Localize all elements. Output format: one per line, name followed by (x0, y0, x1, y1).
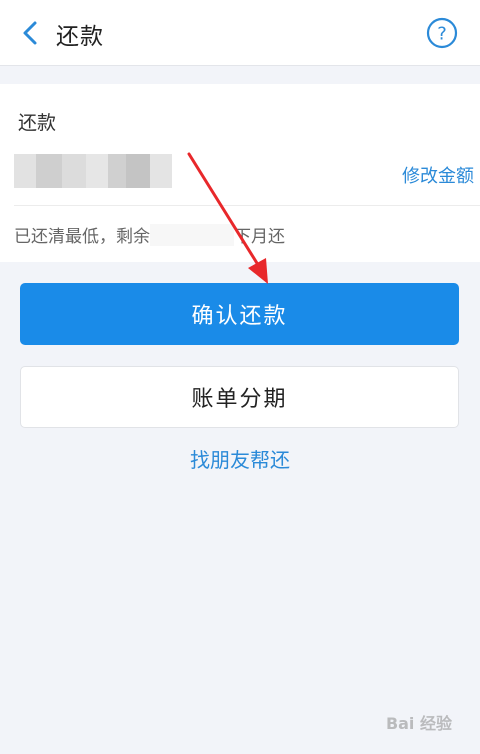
amount-value-blurred (14, 154, 172, 188)
divider (14, 205, 480, 206)
top-bar: 还款 ? (0, 0, 480, 66)
chevron-left-icon (23, 21, 37, 45)
note-suffix: 下月还 (234, 227, 285, 247)
help-button[interactable]: ? (426, 17, 458, 49)
repayment-note: 已还清最低，剩余 下月还 (14, 222, 285, 247)
help-symbol: ? (437, 24, 447, 45)
bill-installment-button[interactable]: 账单分期 (20, 366, 459, 428)
confirm-repayment-button[interactable]: 确认还款 (20, 283, 459, 345)
repayment-label: 还款 (18, 112, 57, 134)
page-title: 还款 (56, 24, 104, 50)
ask-friend-link[interactable]: 找朋友帮还 (0, 444, 480, 473)
note-prefix: 已还清最低，剩余 (14, 227, 150, 247)
edit-amount-link[interactable]: 修改金额 (402, 162, 474, 188)
help-icon: ? (426, 17, 458, 49)
masked-amount (150, 224, 234, 246)
back-button[interactable] (14, 18, 44, 48)
repayment-card: 还款 修改金额 已还清最低，剩余 下月还 (0, 84, 480, 262)
watermark: Bai 经验 (385, 714, 452, 733)
